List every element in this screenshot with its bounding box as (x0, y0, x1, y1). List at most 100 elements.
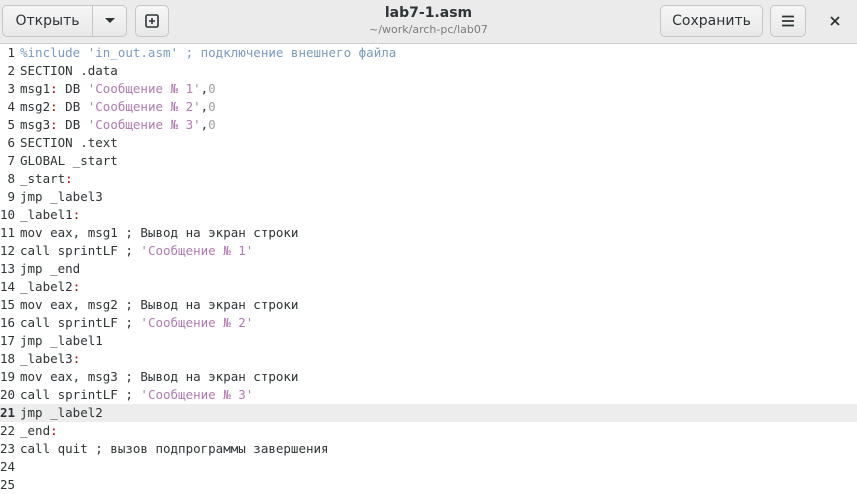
code-line[interactable]: 2 SECTION .data (0, 62, 857, 80)
code-editor[interactable]: 1 %include 'in_out.asm' ; подключение вне… (0, 44, 857, 492)
code-token: 'Сообщение № 2' (140, 315, 254, 330)
code-token: 0 (208, 81, 216, 96)
code-line[interactable]: 23 call quit ; вызов подпрограммы заверше… (0, 440, 857, 458)
code-line[interactable]: 4 msg2: DB 'Сообщение № 2',0 (0, 98, 857, 116)
line-number: 24 (0, 459, 16, 474)
code-token: : (72, 279, 81, 294)
code-text: GLOBAL _start (20, 152, 118, 170)
code-line[interactable]: 12 call sprintLF ; 'Сообщение № 1' (0, 242, 857, 260)
line-number: 14 (0, 279, 16, 294)
code-token: : (50, 81, 58, 96)
code-line[interactable]: 14 _label2: (0, 278, 857, 296)
code-token: msg2 (20, 99, 51, 114)
header-bar: Открыть lab7-1.asm ~/work/arch-pc/lab07 … (0, 0, 857, 44)
new-tab-button[interactable] (135, 5, 169, 37)
code-text: mov eax, msg2 ; Вывод на экран строки (20, 296, 298, 314)
code-line[interactable]: 5 msg3: DB 'Сообщение № 3',0 (0, 116, 857, 134)
open-button[interactable]: Открыть (2, 5, 93, 37)
line-number: 16 (0, 315, 16, 330)
code-line[interactable]: 7 GLOBAL _start (0, 152, 857, 170)
code-text: _label3: (20, 350, 80, 368)
code-text: msg2: DB 'Сообщение № 2',0 (20, 98, 216, 116)
menu-button[interactable] (770, 5, 806, 37)
code-line[interactable]: 15 mov eax, msg2 ; Вывод на экран строки (0, 296, 857, 314)
code-token: 'Сообщение № 2' (87, 99, 201, 114)
code-text: call sprintLF ; 'Сообщение № 2' (20, 314, 253, 332)
code-line[interactable]: 11 mov eax, msg1 ; Вывод на экран строки (0, 224, 857, 242)
code-line[interactable]: 16 call sprintLF ; 'Сообщение № 2' (0, 314, 857, 332)
code-token: 'Сообщение № 1' (140, 243, 254, 258)
code-text: SECTION .text (20, 134, 118, 152)
open-menu-button[interactable] (93, 5, 127, 37)
code-line[interactable]: 6 SECTION .text (0, 134, 857, 152)
code-token: %include 'in_out.asm' ; подключение внеш… (20, 45, 397, 60)
code-line[interactable]: 9 jmp _label3 (0, 188, 857, 206)
code-text: call quit ; вызов подпрограммы завершени… (20, 440, 329, 458)
close-window-button[interactable] (820, 7, 850, 35)
code-text: _label2: (20, 278, 80, 296)
code-token: _label1 (20, 207, 73, 222)
save-button-label: Сохранить (672, 13, 751, 29)
line-number: 7 (7, 153, 15, 168)
code-token: SECTION .data (20, 63, 118, 78)
line-number: 21 (0, 405, 16, 420)
code-token: GLOBAL _start (20, 153, 118, 168)
code-line[interactable]: 25 (0, 476, 857, 494)
code-line[interactable]: 1 %include 'in_out.asm' ; подключение вне… (0, 44, 857, 62)
code-token: call quit ; вызов подпрограммы завершени… (20, 441, 329, 456)
code-text: call sprintLF ; 'Сообщение № 1' (20, 242, 253, 260)
code-token: 0 (208, 117, 216, 132)
code-text: SECTION .data (20, 62, 118, 80)
code-token: jmp _label1 (20, 333, 103, 348)
code-text: call sprintLF ; 'Сообщение № 3' (20, 386, 253, 404)
code-token: : (72, 207, 81, 222)
line-number: 8 (7, 171, 15, 186)
code-line[interactable]: 17 jmp _label1 (0, 332, 857, 350)
code-line[interactable]: 20 call sprintLF ; 'Сообщение № 3' (0, 386, 857, 404)
code-token: jmp _label3 (20, 189, 103, 204)
code-token: mov eax, msg1 ; Вывод на экран строки (20, 225, 299, 240)
code-token: 'Сообщение № 3' (140, 387, 254, 402)
code-text: mov eax, msg3 ; Вывод на экран строки (20, 368, 298, 386)
code-token: 'Сообщение № 3' (87, 117, 201, 132)
code-line[interactable]: 18 _label3: (0, 350, 857, 368)
line-number: 12 (0, 243, 16, 258)
code-token: call sprintLF ; (20, 315, 141, 330)
code-line[interactable]: 19 mov eax, msg3 ; Вывод на экран строки (0, 368, 857, 386)
code-line[interactable]: 10 _label1: (0, 206, 857, 224)
code-token: _start (20, 171, 66, 186)
code-token: msg1 (20, 81, 51, 96)
hamburger-menu-icon (782, 15, 794, 27)
code-token: _label3 (20, 351, 73, 366)
line-number: 3 (7, 81, 15, 96)
code-token: : (50, 99, 58, 114)
code-text: _label1: (20, 206, 80, 224)
code-token: : (72, 351, 81, 366)
code-token: msg3 (20, 117, 51, 132)
code-token: : (65, 171, 73, 186)
code-token: jmp _label2 (20, 405, 103, 420)
chevron-down-icon (104, 18, 115, 23)
save-button[interactable]: Сохранить (660, 5, 763, 37)
line-number: 5 (7, 117, 15, 132)
line-number: 25 (0, 477, 16, 492)
code-token: _label2 (20, 279, 73, 294)
code-line[interactable]: 21 jmp _label2 (0, 404, 857, 422)
line-number: 10 (0, 207, 16, 222)
code-line[interactable]: 8 _start: (0, 170, 857, 188)
code-text: mov eax, msg1 ; Вывод на экран строки (20, 224, 298, 242)
code-token: DB (57, 117, 88, 132)
code-token: : (50, 423, 58, 438)
code-line[interactable]: 22 _end: (0, 422, 857, 440)
code-line[interactable]: 3 msg1: DB 'Сообщение № 1',0 (0, 80, 857, 98)
line-number: 1 (7, 45, 15, 60)
line-number: 4 (7, 99, 15, 114)
line-number: 11 (0, 225, 16, 240)
code-text: _end: (20, 422, 58, 440)
line-number: 19 (0, 369, 16, 384)
line-number: 6 (7, 135, 15, 150)
line-number: 22 (0, 423, 16, 438)
code-line[interactable]: 24 (0, 458, 857, 476)
code-text: jmp _end (20, 260, 80, 278)
code-line[interactable]: 13 jmp _end (0, 260, 857, 278)
